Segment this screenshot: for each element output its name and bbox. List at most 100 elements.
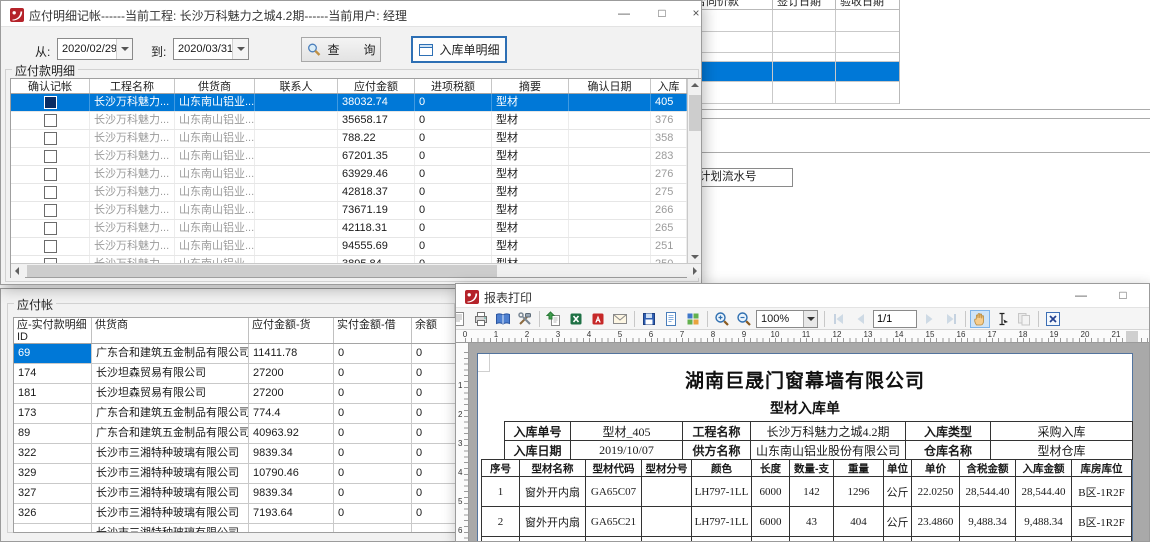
query-button[interactable]: 查 询 [301,37,381,62]
scroll-down-icon[interactable] [691,255,699,259]
column-header[interactable]: 入库 [651,79,687,93]
cell [482,537,520,542]
checkbox[interactable] [44,240,57,253]
table-row[interactable]: 长沙万科魅力...山东南山铝业...42818.370型材275 [11,184,687,202]
to-date-combo[interactable]: 2020/03/31 [173,38,249,60]
table-row[interactable] [691,32,899,53]
column-header[interactable]: 余额 [412,318,459,343]
minimize-button[interactable]: — [613,1,635,26]
open-book-icon[interactable] [493,310,513,328]
column-header[interactable]: 工程名称 [90,79,175,93]
export-file-icon[interactable] [544,310,564,328]
column-header[interactable]: 供货商 [92,318,249,343]
from-date-combo[interactable]: 2020/02/29 [57,38,133,60]
last-page-icon[interactable] [941,310,961,328]
column-header[interactable]: 实付金额-借 [334,318,412,343]
table-row[interactable]: 长沙万科魅力...山东南山铝业...38032.740型材405 [11,94,687,112]
checkbox[interactable] [44,96,57,109]
table-row[interactable]: 322长沙市三湘特种玻璃有限公司9839.3400 [14,444,459,464]
table-row[interactable]: 长沙万科魅力...山东南山铝业...788.220型材358 [11,130,687,148]
column-header[interactable]: 应-实付款明细ID [14,318,92,343]
checkbox[interactable] [44,114,57,127]
table-row[interactable]: 329长沙市三湘特种玻璃有限公司10790.4600 [14,464,459,484]
chevron-down-icon[interactable] [803,311,817,327]
first-page-icon[interactable] [829,310,849,328]
scrollbar-thumb[interactable] [689,95,701,131]
maximize-button[interactable]: □ [1112,284,1134,307]
selected-row[interactable] [691,62,899,82]
print-icon[interactable] [471,310,491,328]
chevron-down-icon[interactable] [232,39,248,59]
checkbox[interactable] [44,186,57,199]
checkbox[interactable] [44,132,57,145]
inbound-detail-button[interactable]: 入库单明细 [411,36,507,63]
scrollbar-thumb[interactable] [27,265,497,277]
table-row[interactable] [691,10,899,32]
table-row[interactable]: 长沙万科魅力...山东南山铝业...67201.350型材283 [11,148,687,166]
table-row[interactable]: 326长沙市三湘特种玻璃有限公司7193.6400 [14,504,459,524]
info-value: 长沙万科魅力之城4.2期 [751,422,906,441]
send-mail-icon[interactable] [610,310,630,328]
document-icon[interactable] [661,310,681,328]
checkbox[interactable] [44,150,57,163]
preview-area[interactable]: 湖南巨晟门窗幕墙有限公司 型材入库单 入库单号型材_405工程名称长沙万科魅力之… [469,343,1150,542]
column-header-label: 签订日期 [777,0,821,9]
chevron-down-icon[interactable] [116,39,132,59]
info-value: 2019/10/07 [571,441,683,460]
cell: 0 [415,112,492,129]
table-row[interactable]: 长沙市三湘特种玻璃有限公司 [14,524,459,532]
export-excel-icon[interactable] [566,310,586,328]
table-row[interactable]: 长沙万科魅力...山东南山铝业...63929.460型材276 [11,166,687,184]
column-header[interactable]: 应付金额 [338,79,415,93]
checkbox[interactable] [44,204,57,217]
page-indicator-input[interactable] [873,310,917,328]
scroll-up-icon[interactable] [691,83,699,87]
table-row[interactable]: 长沙万科魅力...山东南山铝业...73671.190型材266 [11,202,687,220]
table-row[interactable]: 长沙万科魅力...山东南山铝业...35658.170型材376 [11,112,687,130]
table-row[interactable]: 89广东合和建筑五金制品有限公司40963.9200 [14,424,459,444]
zoom-level-combo[interactable]: 100% [756,310,818,328]
next-page-icon[interactable] [919,310,939,328]
table-row[interactable]: 173广东合和建筑五金制品有限公司774.400 [14,404,459,424]
cell: 山东南山铝业... [175,130,255,147]
close-button[interactable]: × [1144,284,1150,307]
close-preview-icon[interactable] [1043,310,1063,328]
table-row[interactable]: 181长沙坦森贸易有限公司2720000 [14,384,459,404]
column-header[interactable]: 供货商 [175,79,255,93]
table-row[interactable] [691,53,899,62]
cell: 358 [651,130,687,147]
table-row[interactable]: 327长沙市三湘特种玻璃有限公司9839.3400 [14,484,459,504]
column-header[interactable]: 联系人 [255,79,338,93]
text-select-icon[interactable] [992,310,1012,328]
table-row[interactable]: 长沙万科魅力...山东南山铝业...42118.310型材265 [11,220,687,238]
export-html-icon[interactable] [683,310,703,328]
zoom-out-icon[interactable] [734,310,754,328]
minimize-button[interactable]: — [1070,284,1092,307]
horizontal-scrollbar[interactable] [11,263,701,277]
maximize-button[interactable]: □ [651,1,673,26]
save-icon[interactable] [639,310,659,328]
scroll-right-icon[interactable] [693,267,697,275]
divider [690,118,1150,119]
column-header[interactable]: 进项税额 [415,79,492,93]
hand-tool-icon[interactable] [970,310,990,328]
zoom-in-icon[interactable] [712,310,732,328]
table-row[interactable]: 69广东合和建筑五金制品有限公司11411.7800 [14,344,459,364]
prev-page-icon[interactable] [851,310,871,328]
close-button[interactable]: × [685,1,702,26]
checkbox[interactable] [44,168,57,181]
table-row[interactable] [691,82,899,104]
scroll-left-icon[interactable] [15,267,19,275]
copy-page-icon[interactable] [1014,310,1034,328]
preview-icon[interactable] [455,310,469,328]
design-tools-icon[interactable] [515,310,535,328]
column-header[interactable]: 摘要 [492,79,569,93]
column-header[interactable]: 确认日期 [569,79,651,93]
vertical-scrollbar[interactable] [687,79,701,264]
export-pdf-icon[interactable] [588,310,608,328]
table-row[interactable]: 174长沙坦森贸易有限公司2720000 [14,364,459,384]
column-header[interactable]: 确认记帐 [11,79,90,93]
column-header[interactable]: 应付金额-货 [249,318,334,343]
table-row[interactable]: 长沙万科魅力...山东南山铝业...94555.690型材251 [11,238,687,256]
checkbox[interactable] [44,222,57,235]
